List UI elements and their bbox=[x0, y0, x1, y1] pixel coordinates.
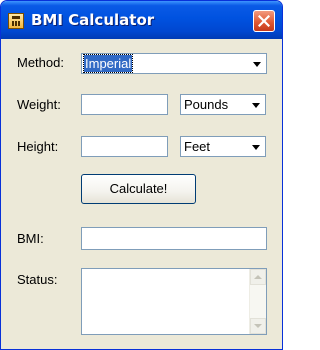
height-label: Height: bbox=[17, 139, 59, 154]
calculator-icon bbox=[8, 13, 24, 29]
title-bar[interactable]: BMI Calculator bbox=[1, 1, 282, 39]
weight-label: Weight: bbox=[17, 97, 61, 112]
scroll-down-icon[interactable] bbox=[250, 318, 266, 334]
method-label: Method: bbox=[17, 55, 64, 70]
weight-unit-select[interactable]: Pounds bbox=[180, 94, 266, 115]
window-title: BMI Calculator bbox=[31, 11, 155, 29]
status-scrollbar[interactable] bbox=[249, 269, 266, 334]
height-input[interactable] bbox=[81, 136, 168, 157]
scroll-up-icon[interactable] bbox=[250, 269, 266, 285]
form-area: Method: Imperial Weight: Pounds Height: … bbox=[1, 39, 282, 349]
calculate-button[interactable]: Calculate! bbox=[81, 174, 196, 204]
close-button[interactable] bbox=[253, 10, 275, 32]
method-select[interactable]: Imperial bbox=[81, 53, 267, 74]
status-textarea[interactable] bbox=[81, 268, 267, 335]
status-label: Status: bbox=[17, 272, 58, 287]
weight-unit-value: Pounds bbox=[184, 97, 229, 112]
chevron-down-icon[interactable] bbox=[247, 96, 264, 113]
bmi-output-field[interactable] bbox=[81, 227, 267, 250]
method-selected-value: Imperial bbox=[82, 54, 134, 73]
chevron-down-icon[interactable] bbox=[247, 138, 264, 155]
bmi-label: BMI: bbox=[17, 231, 44, 246]
height-unit-value: Feet bbox=[184, 139, 211, 154]
close-icon bbox=[258, 15, 270, 27]
height-unit-select[interactable]: Feet bbox=[180, 136, 266, 157]
bmi-calculator-window: BMI Calculator Method: Imperial Weight: … bbox=[0, 0, 283, 350]
chevron-down-icon[interactable] bbox=[248, 55, 265, 72]
weight-input[interactable] bbox=[81, 94, 168, 115]
